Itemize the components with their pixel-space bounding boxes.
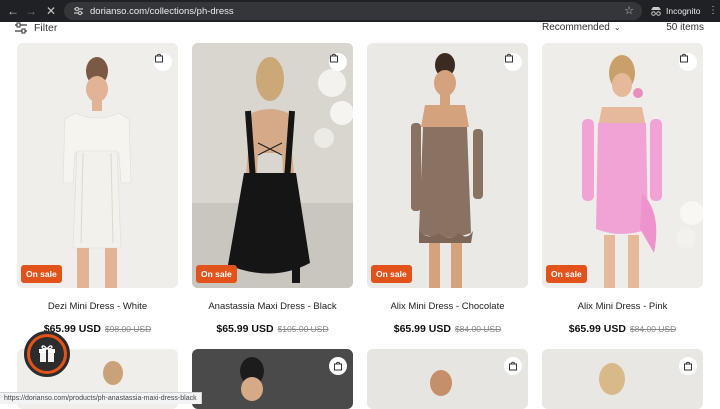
shopping-bag-icon xyxy=(154,53,164,63)
product-price: $65.99 USD $84.00 USD xyxy=(542,323,703,335)
add-to-cart-button[interactable] xyxy=(329,53,347,71)
filter-label: Filter xyxy=(34,22,57,34)
sale-price: $65.99 USD xyxy=(394,323,451,335)
product-name[interactable]: Alix Mini Dress - Chocolate xyxy=(367,301,528,312)
sale-badge: On sale xyxy=(196,265,237,283)
sort-label: Recommended xyxy=(542,22,610,33)
add-to-cart-button[interactable] xyxy=(679,357,697,375)
shopping-bag-icon xyxy=(679,53,689,63)
product-card[interactable] xyxy=(542,349,703,409)
product-name[interactable]: Dezi Mini Dress - White xyxy=(17,301,178,312)
collection-toolbar: Filter Recommended ⌄ 50 items xyxy=(0,22,720,36)
sale-price: $65.99 USD xyxy=(569,323,626,335)
product-price: $65.99 USD $105.00 USD xyxy=(192,323,353,335)
compare-price: $84.00 USD xyxy=(630,324,676,334)
add-to-cart-button[interactable] xyxy=(154,53,172,71)
add-to-cart-button[interactable] xyxy=(504,53,522,71)
gift-button[interactable] xyxy=(24,331,70,377)
product-name[interactable]: Alix Mini Dress - Pink xyxy=(542,301,703,312)
shopping-bag-icon xyxy=(504,53,514,63)
shopping-bag-icon xyxy=(329,53,339,63)
arrow-right-icon: → xyxy=(25,4,37,18)
star-icon[interactable]: ☆ xyxy=(624,5,634,17)
site-info-icon[interactable] xyxy=(72,5,84,17)
product-card[interactable]: On sale Alix Mini Dress - Chocolate $65.… xyxy=(367,43,528,288)
browser-menu-icon[interactable]: ⋮ xyxy=(708,4,718,18)
link-status-bar: https://dorianso.com/products/ph-anastas… xyxy=(0,392,202,404)
product-image[interactable]: On sale xyxy=(192,43,353,288)
shopping-bag-icon xyxy=(683,361,693,371)
close-icon: ✕ xyxy=(46,4,56,18)
incognito-indicator[interactable]: Incognito xyxy=(650,2,701,20)
gift-icon xyxy=(37,344,57,364)
sale-badge: On sale xyxy=(546,265,587,283)
add-to-cart-button[interactable] xyxy=(329,357,347,375)
compare-price: $98.00 USD xyxy=(105,324,151,334)
filter-button[interactable]: Filter xyxy=(14,22,57,34)
browser-toolbar: ← → ✕ dorianso.com/collections/ph-dress … xyxy=(0,0,720,22)
arrow-left-icon: ← xyxy=(7,4,19,18)
address-bar[interactable]: dorianso.com/collections/ph-dress ☆ xyxy=(64,2,642,20)
product-card[interactable]: On sale Dezi Mini Dress - White $65.99 U… xyxy=(17,43,178,288)
product-image[interactable]: On sale xyxy=(17,43,178,288)
product-card[interactable]: On sale Anastassia Maxi Dress - Black $6… xyxy=(192,43,353,288)
shopping-bag-icon xyxy=(508,361,518,371)
product-price: $65.99 USD $84.00 USD xyxy=(367,323,528,335)
product-image[interactable]: On sale xyxy=(367,43,528,288)
gift-button-inner xyxy=(30,337,64,371)
add-to-cart-button[interactable] xyxy=(504,357,522,375)
stop-button[interactable]: ✕ xyxy=(40,0,62,22)
sale-badge: On sale xyxy=(371,265,412,283)
compare-price: $84.00 USD xyxy=(455,324,501,334)
product-image[interactable]: On sale xyxy=(542,43,703,288)
product-card[interactable] xyxy=(367,349,528,409)
items-count: 50 items xyxy=(666,22,704,33)
url-text: dorianso.com/collections/ph-dress xyxy=(90,6,234,17)
incognito-icon xyxy=(650,5,662,17)
forward-button[interactable]: → xyxy=(20,0,42,22)
add-to-cart-button[interactable] xyxy=(679,53,697,71)
sale-badge: On sale xyxy=(21,265,62,283)
sale-price: $65.99 USD xyxy=(216,323,273,335)
product-card[interactable]: On sale Alix Mini Dress - Pink $65.99 US… xyxy=(542,43,703,288)
product-card[interactable] xyxy=(192,349,353,409)
sliders-icon xyxy=(14,22,28,34)
chevron-down-icon: ⌄ xyxy=(614,23,621,32)
product-name[interactable]: Anastassia Maxi Dress - Black xyxy=(192,301,353,312)
incognito-label: Incognito xyxy=(666,6,701,16)
compare-price: $105.00 USD xyxy=(278,324,329,334)
shopping-bag-icon xyxy=(333,361,343,371)
sort-dropdown[interactable]: Recommended ⌄ xyxy=(542,22,621,33)
